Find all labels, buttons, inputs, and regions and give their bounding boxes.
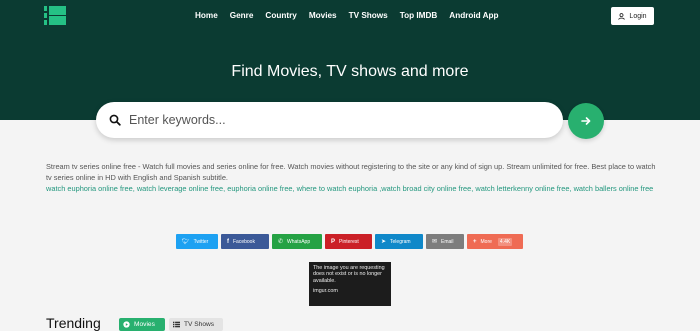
share-label: Telegram	[390, 238, 411, 245]
nav-item-tv-shows[interactable]: TV Shows	[349, 11, 388, 20]
list-icon	[173, 321, 180, 328]
placeholder-source: imgur.com	[313, 288, 338, 295]
search-input[interactable]	[129, 109, 549, 131]
nav-item-country[interactable]: Country	[265, 11, 296, 20]
share-whatsapp-button[interactable]: ✆ WhatsApp	[272, 234, 322, 249]
share-count: 4.4K	[497, 237, 513, 246]
facebook-icon: f	[227, 238, 229, 245]
site-logo[interactable]	[44, 6, 66, 26]
nav-item-top-imdb[interactable]: Top IMDB	[400, 11, 438, 20]
trending-title: Trending	[46, 315, 101, 331]
user-icon	[618, 12, 626, 20]
share-label: Email	[441, 238, 454, 245]
share-twitter-button[interactable]: 🐦︎ Twitter	[176, 234, 218, 249]
telegram-icon: ➤	[381, 239, 387, 245]
placeholder-message: The image you are requesting does not ex…	[313, 265, 385, 284]
search-submit-button[interactable]	[568, 103, 604, 139]
whatsapp-icon: ✆	[278, 239, 284, 245]
search-bar	[96, 102, 563, 138]
nav-item-movies[interactable]: Movies	[309, 11, 337, 20]
hero-headline: Find Movies, TV shows and more	[231, 63, 469, 80]
main-nav: Home Genre Country Movies TV Shows Top I…	[195, 11, 511, 20]
login-button[interactable]: Login	[611, 7, 654, 25]
play-icon	[123, 321, 130, 328]
login-label: Login	[629, 12, 647, 20]
site-description: Stream tv series online free - Watch ful…	[46, 162, 656, 182]
share-telegram-button[interactable]: ➤ Telegram	[375, 234, 423, 249]
seo-link[interactable]: watch euphoria online free	[46, 184, 133, 193]
pinterest-icon: P	[331, 238, 336, 245]
share-label: More	[480, 238, 492, 245]
seo-link[interactable]: euphoria online free	[227, 184, 292, 193]
seo-link[interactable]: where to watch euphoria	[297, 184, 378, 193]
seo-link[interactable]: watch leverage online free	[137, 184, 223, 193]
share-label: WhatsApp	[287, 238, 311, 245]
tab-tv-shows[interactable]: TV Shows	[169, 318, 223, 331]
tab-label: TV Shows	[184, 321, 215, 328]
share-label: Facebook	[233, 238, 255, 245]
share-email-button[interactable]: ✉ Email	[426, 234, 464, 249]
search-icon	[109, 114, 121, 126]
seo-link[interactable]: watch ballers online free	[574, 184, 654, 193]
share-label: Pinterest	[339, 238, 359, 245]
seo-link[interactable]: watch letterkenny online free	[475, 184, 569, 193]
plus-icon: +	[473, 238, 477, 245]
nav-item-home[interactable]: Home	[195, 11, 218, 20]
tab-movies[interactable]: Movies	[119, 318, 165, 331]
seo-links: watch euphoria online free, watch levera…	[46, 184, 654, 193]
arrow-right-icon	[581, 117, 591, 125]
twitter-icon: 🐦︎	[182, 239, 190, 245]
tab-label: Movies	[134, 321, 155, 328]
seo-link[interactable]: watch broad city online free	[381, 184, 471, 193]
share-facebook-button[interactable]: f Facebook	[221, 234, 269, 249]
share-more-button[interactable]: + More 4.4K	[467, 234, 523, 249]
nav-item-genre[interactable]: Genre	[230, 11, 254, 20]
nav-item-android-app[interactable]: Android App	[449, 11, 498, 20]
share-pinterest-button[interactable]: P Pinterest	[325, 234, 372, 249]
broken-image-placeholder: The image you are requesting does not ex…	[309, 262, 391, 306]
share-label: Twitter	[193, 238, 209, 245]
email-icon: ✉	[432, 239, 438, 245]
